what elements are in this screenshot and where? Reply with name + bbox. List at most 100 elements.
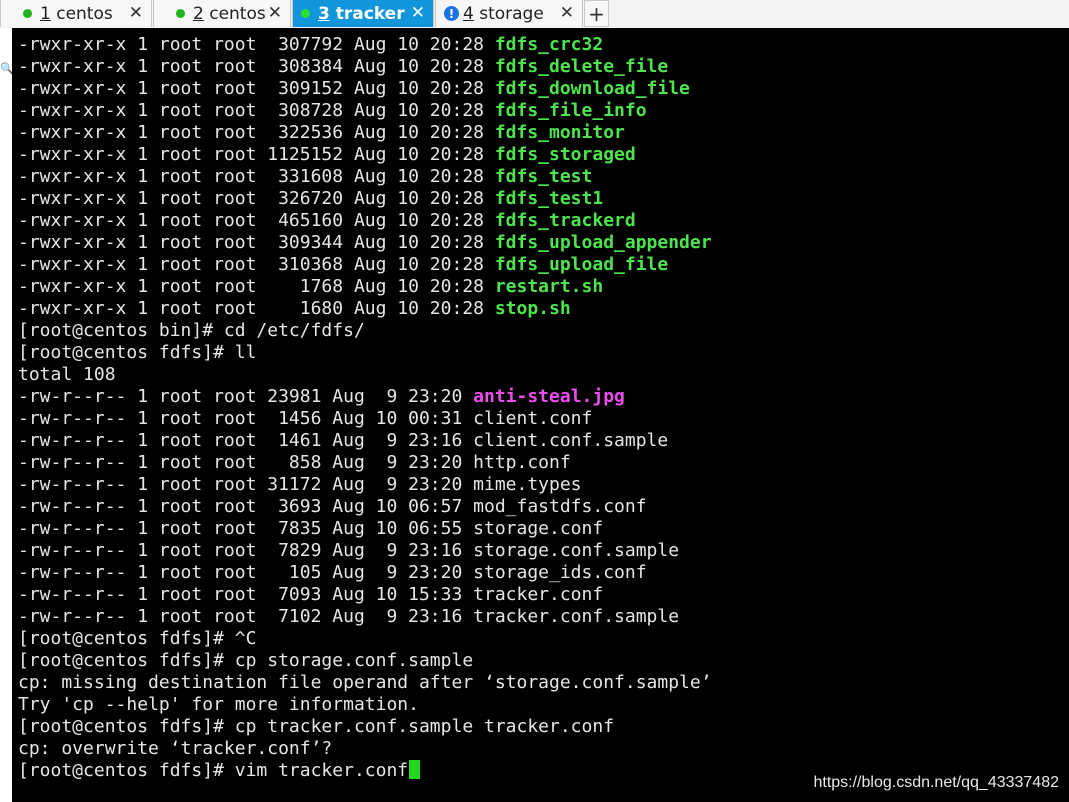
terminal-line: Try 'cp --help' for more information. — [18, 694, 712, 716]
terminal-line-text: [root@centos fdfs]# vim tracker.conf — [18, 760, 409, 781]
highlighted-filename: fdfs_test — [494, 166, 593, 187]
terminal-line: -rwxr-xr-x 1 root root 465160 Aug 10 20:… — [18, 210, 712, 232]
terminal-line: -rwxr-xr-x 1 root root 310368 Aug 10 20:… — [18, 254, 712, 276]
terminal-line: [root@centos fdfs]# ll — [18, 342, 712, 364]
terminal-line: -rw-r--r-- 1 root root 23981 Aug 9 23:20… — [18, 386, 712, 408]
terminal-line-text: [root@centos fdfs]# ll — [18, 342, 257, 363]
terminal-line-text: -rwxr-xr-x 1 root root 307792 Aug 10 20:… — [18, 34, 495, 55]
highlighted-filename: stop.sh — [494, 298, 571, 319]
terminal-line: -rw-r--r-- 1 root root 7835 Aug 10 06:55… — [18, 518, 712, 540]
terminal-line: -rwxr-xr-x 1 root root 308728 Aug 10 20:… — [18, 100, 712, 122]
terminal-line-text: -rw-r--r-- 1 root root 3693 Aug 10 06:57… — [18, 496, 647, 517]
terminal-line-text: -rwxr-xr-x 1 root root 465160 Aug 10 20:… — [18, 210, 495, 231]
terminal-output: -rwxr-xr-x 1 root root 307792 Aug 10 20:… — [18, 34, 712, 782]
tab-4-storage[interactable]: ! 4 storage ✕ — [435, 0, 583, 27]
highlighted-filename: fdfs_file_info — [494, 100, 647, 121]
terminal-line: -rw-r--r-- 1 root root 7829 Aug 9 23:16 … — [18, 540, 712, 562]
tab-label: 4 storage — [463, 3, 544, 24]
terminal-line: -rwxr-xr-x 1 root root 1125152 Aug 10 20… — [18, 144, 712, 166]
terminal-line: cp: overwrite ‘tracker.conf’? — [18, 738, 712, 760]
terminal-line: -rwxr-xr-x 1 root root 1768 Aug 10 20:28… — [18, 276, 712, 298]
terminal-line-text: [root@centos fdfs]# cp storage.conf.samp… — [18, 650, 474, 671]
terminal-line: -rw-r--r-- 1 root root 1456 Aug 10 00:31… — [18, 408, 712, 430]
connected-status-icon — [176, 9, 185, 18]
terminal-line: -rwxr-xr-x 1 root root 308384 Aug 10 20:… — [18, 56, 712, 78]
terminal-line-text: -rwxr-xr-x 1 root root 309344 Aug 10 20:… — [18, 232, 495, 253]
terminal-line: cp: missing destination file operand aft… — [18, 672, 712, 694]
terminal-line-text: Try 'cp --help' for more information. — [18, 694, 419, 715]
info-icon: ! — [444, 6, 459, 21]
tab-label: 1 centos — [40, 3, 113, 24]
tab-label: 3 tracker — [318, 3, 405, 24]
terminal-line: -rw-r--r-- 1 root root 3693 Aug 10 06:57… — [18, 496, 712, 518]
highlighted-filename: anti-steal.jpg — [473, 386, 625, 407]
highlighted-filename: fdfs_crc32 — [494, 34, 604, 55]
terminal-line: -rwxr-xr-x 1 root root 322536 Aug 10 20:… — [18, 122, 712, 144]
highlighted-filename: fdfs_monitor — [494, 122, 625, 143]
terminal-line-text: [root@centos fdfs]# cp tracker.conf.samp… — [18, 716, 615, 737]
terminal-line-text: -rwxr-xr-x 1 root root 308728 Aug 10 20:… — [18, 100, 495, 121]
close-icon[interactable]: ✕ — [560, 3, 574, 23]
tab-bar: 1 centos ✕ 2 centos ✕ 3 tracker ✕ ! 4 st… — [0, 0, 1069, 29]
watermark: https://blog.csdn.net/qq_43337482 — [813, 774, 1059, 791]
terminal-line-text: [root@centos bin]# cd /etc/fdfs/ — [18, 320, 365, 341]
tab-1-centos[interactable]: 1 centos ✕ — [0, 0, 152, 27]
tab-label: 2 centos — [193, 3, 266, 24]
terminal-line-text: total 108 — [18, 364, 116, 385]
terminal-line-text: cp: overwrite ‘tracker.conf’? — [18, 738, 333, 759]
terminal-line-text: cp: missing destination file operand aft… — [18, 672, 712, 693]
terminal-line-text: -rwxr-xr-x 1 root root 308384 Aug 10 20:… — [18, 56, 495, 77]
terminal-line-text: -rwxr-xr-x 1 root root 309152 Aug 10 20:… — [18, 78, 495, 99]
highlighted-filename: fdfs_delete_file — [494, 56, 669, 77]
terminal-line-text: -rwxr-xr-x 1 root root 322536 Aug 10 20:… — [18, 122, 495, 143]
terminal-line: -rw-r--r-- 1 root root 7102 Aug 9 23:16 … — [18, 606, 712, 628]
terminal-line: [root@centos fdfs]# cp tracker.conf.samp… — [18, 716, 712, 738]
text-cursor — [409, 760, 421, 779]
terminal-line: -rw-r--r-- 1 root root 1461 Aug 9 23:16 … — [18, 430, 712, 452]
close-icon[interactable]: ✕ — [129, 3, 143, 23]
terminal-line-text: -rwxr-xr-x 1 root root 1125152 Aug 10 20… — [18, 144, 495, 165]
highlighted-filename: fdfs_upload_appender — [494, 232, 712, 253]
terminal-line-text: -rw-r--r-- 1 root root 1456 Aug 10 00:31… — [18, 408, 593, 429]
terminal-line: -rw-r--r-- 1 root root 858 Aug 9 23:20 h… — [18, 452, 712, 474]
left-gutter: 🔍 — [0, 28, 14, 802]
terminal-line-text: [root@centos fdfs]# ^C — [18, 628, 257, 649]
highlighted-filename: restart.sh — [494, 276, 604, 297]
terminal-line: [root@centos fdfs]# vim tracker.conf — [18, 760, 712, 782]
terminal-line-text: -rw-r--r-- 1 root root 31172 Aug 9 23:20… — [18, 474, 582, 495]
add-tab-button[interactable]: + — [584, 0, 609, 27]
terminal-line-text: -rwxr-xr-x 1 root root 1680 Aug 10 20:28 — [18, 298, 495, 319]
terminal-line-text: -rw-r--r-- 1 root root 23981 Aug 9 23:20 — [18, 386, 474, 407]
terminal-line-text: -rwxr-xr-x 1 root root 310368 Aug 10 20:… — [18, 254, 495, 275]
close-icon[interactable]: ✕ — [411, 3, 425, 23]
terminal-line-text: -rwxr-xr-x 1 root root 326720 Aug 10 20:… — [18, 188, 495, 209]
tab-3-tracker[interactable]: 3 tracker ✕ — [292, 0, 434, 27]
terminal-line: [root@centos fdfs]# ^C — [18, 628, 712, 650]
connected-status-icon — [23, 9, 32, 18]
terminal-line: [root@centos bin]# cd /etc/fdfs/ — [18, 320, 712, 342]
terminal-line-text: -rw-r--r-- 1 root root 7102 Aug 9 23:16 … — [18, 606, 680, 627]
tab-2-centos[interactable]: 2 centos ✕ — [153, 0, 291, 27]
terminal-line-text: -rw-r--r-- 1 root root 858 Aug 9 23:20 h… — [18, 452, 571, 473]
highlighted-filename: fdfs_trackerd — [494, 210, 636, 231]
terminal-line-text: -rw-r--r-- 1 root root 7093 Aug 10 15:33… — [18, 584, 604, 605]
terminal-line: -rw-r--r-- 1 root root 31172 Aug 9 23:20… — [18, 474, 712, 496]
terminal-line-text: -rw-r--r-- 1 root root 7829 Aug 9 23:16 … — [18, 540, 680, 561]
highlighted-filename: fdfs_upload_file — [494, 254, 669, 275]
highlighted-filename: fdfs_download_file — [494, 78, 690, 99]
terminal-line: -rwxr-xr-x 1 root root 309344 Aug 10 20:… — [18, 232, 712, 254]
terminal-line: -rwxr-xr-x 1 root root 309152 Aug 10 20:… — [18, 78, 712, 100]
terminal-line: [root@centos fdfs]# cp storage.conf.samp… — [18, 650, 712, 672]
close-icon[interactable]: ✕ — [268, 3, 282, 23]
terminal-line-text: -rw-r--r-- 1 root root 105 Aug 9 23:20 s… — [18, 562, 647, 583]
terminal-line: -rw-r--r-- 1 root root 7093 Aug 10 15:33… — [18, 584, 712, 606]
terminal-pane[interactable]: -rwxr-xr-x 1 root root 307792 Aug 10 20:… — [12, 28, 1069, 802]
terminal-line: -rwxr-xr-x 1 root root 307792 Aug 10 20:… — [18, 34, 712, 56]
terminal-line: -rwxr-xr-x 1 root root 1680 Aug 10 20:28… — [18, 298, 712, 320]
terminal-line-text: -rwxr-xr-x 1 root root 1768 Aug 10 20:28 — [18, 276, 495, 297]
connected-status-icon — [301, 9, 310, 18]
terminal-line-text: -rwxr-xr-x 1 root root 331608 Aug 10 20:… — [18, 166, 495, 187]
terminal-line-text: -rw-r--r-- 1 root root 1461 Aug 9 23:16 … — [18, 430, 669, 451]
terminal-line: -rw-r--r-- 1 root root 105 Aug 9 23:20 s… — [18, 562, 712, 584]
highlighted-filename: fdfs_test1 — [494, 188, 604, 209]
